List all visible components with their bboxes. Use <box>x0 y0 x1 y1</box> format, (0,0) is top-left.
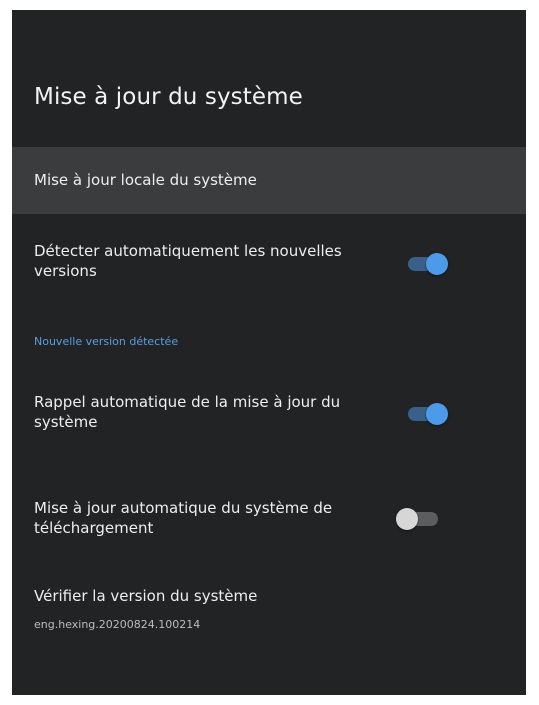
auto-download-label-line1: Mise à jour automatique du système de <box>34 499 333 517</box>
auto-reminder-item[interactable]: Rappel automatique de la mise à jour du … <box>12 387 526 447</box>
auto-reminder-label-line2: système <box>34 413 98 431</box>
auto-detect-toggle[interactable] <box>404 250 450 278</box>
auto-download-item[interactable]: Mise à jour automatique du système de té… <box>12 493 526 553</box>
auto-reminder-label-line1: Rappel automatique de la mise à jour du <box>34 393 341 411</box>
auto-reminder-label: Rappel automatique de la mise à jour du … <box>34 392 340 432</box>
auto-download-label-line2: téléchargement <box>34 519 154 537</box>
auto-detect-label-line1: Détecter automatiquement les nouvelles <box>34 242 342 260</box>
auto-detect-label-line2: versions <box>34 262 97 280</box>
auto-detect-item[interactable]: Détecter automatiquement les nouvelles v… <box>12 236 526 298</box>
page-title: Mise à jour du système <box>34 84 303 110</box>
toggle-thumb <box>426 253 448 275</box>
toggle-thumb <box>426 403 448 425</box>
auto-reminder-toggle[interactable] <box>404 400 450 428</box>
section-header-new-version: Nouvelle version détectée <box>34 335 179 348</box>
local-update-item[interactable]: Mise à jour locale du système <box>12 147 526 214</box>
local-update-label: Mise à jour locale du système <box>34 171 257 189</box>
system-version-value: eng.hexing.20200824.100214 <box>34 618 201 631</box>
settings-panel: Mise à jour du système Mise à jour local… <box>12 10 526 695</box>
toggle-thumb <box>396 508 418 530</box>
auto-download-toggle[interactable] <box>396 505 442 533</box>
auto-download-label: Mise à jour automatique du système de té… <box>34 498 332 538</box>
check-version-item[interactable]: Vérifier la version du système eng.hexin… <box>12 582 526 642</box>
auto-detect-label: Détecter automatiquement les nouvelles v… <box>34 241 342 281</box>
check-version-label: Vérifier la version du système <box>34 587 258 605</box>
